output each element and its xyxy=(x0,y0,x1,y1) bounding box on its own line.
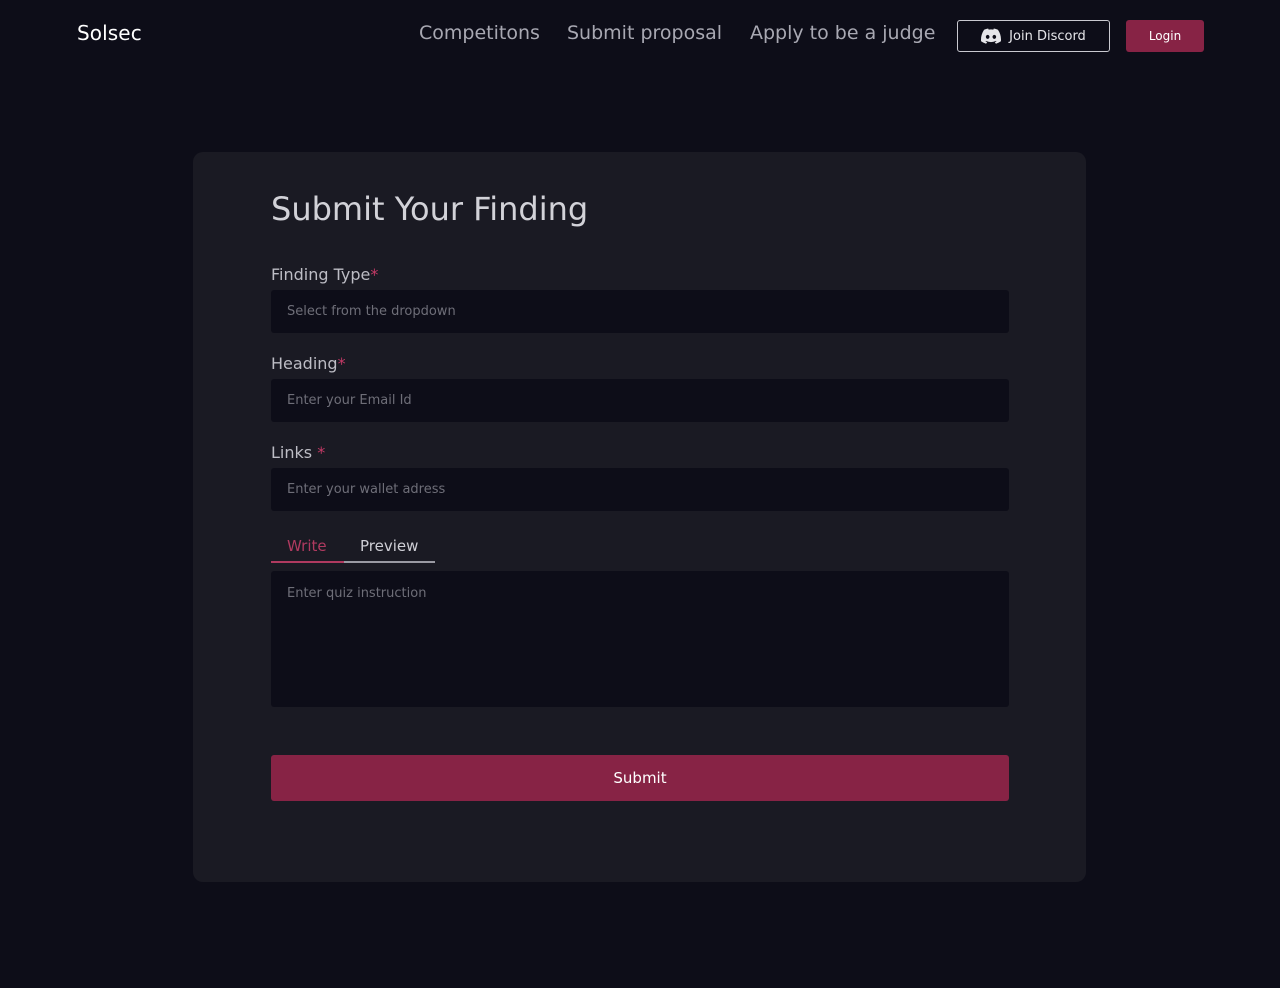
login-button[interactable]: Login xyxy=(1126,20,1204,52)
finding-type-label: Finding Type* xyxy=(271,265,378,284)
links-label-text: Links xyxy=(271,443,318,462)
submit-finding-card: Submit Your Finding Finding Type* Headin… xyxy=(193,152,1086,882)
heading-label-text: Heading xyxy=(271,354,338,373)
top-navbar: Solsec Competitons Submit proposal Apply… xyxy=(0,0,1280,70)
instruction-textarea[interactable] xyxy=(271,571,1009,707)
nav-link-submit-proposal[interactable]: Submit proposal xyxy=(567,22,722,44)
links-input[interactable] xyxy=(271,468,1009,511)
required-mark: * xyxy=(317,443,326,462)
finding-type-label-text: Finding Type xyxy=(271,265,371,284)
brand-logo-text[interactable]: Solsec xyxy=(77,21,142,45)
heading-input[interactable] xyxy=(271,379,1009,422)
tab-write[interactable]: Write xyxy=(271,536,344,563)
required-mark: * xyxy=(337,354,346,373)
nav-link-apply-judge[interactable]: Apply to be a judge xyxy=(750,22,935,44)
editor-tabs: Write Preview xyxy=(271,536,435,563)
finding-type-select[interactable] xyxy=(271,290,1009,333)
join-discord-label: Join Discord xyxy=(1009,28,1086,44)
page-title: Submit Your Finding xyxy=(271,190,589,228)
tab-preview[interactable]: Preview xyxy=(344,536,435,563)
heading-label: Heading* xyxy=(271,354,346,373)
links-label: Links * xyxy=(271,443,325,462)
submit-button[interactable]: Submit xyxy=(271,755,1009,801)
discord-icon xyxy=(981,28,1002,44)
nav-link-competitions[interactable]: Competitons xyxy=(419,22,540,44)
required-mark: * xyxy=(370,265,379,284)
join-discord-button[interactable]: Join Discord xyxy=(957,20,1110,52)
